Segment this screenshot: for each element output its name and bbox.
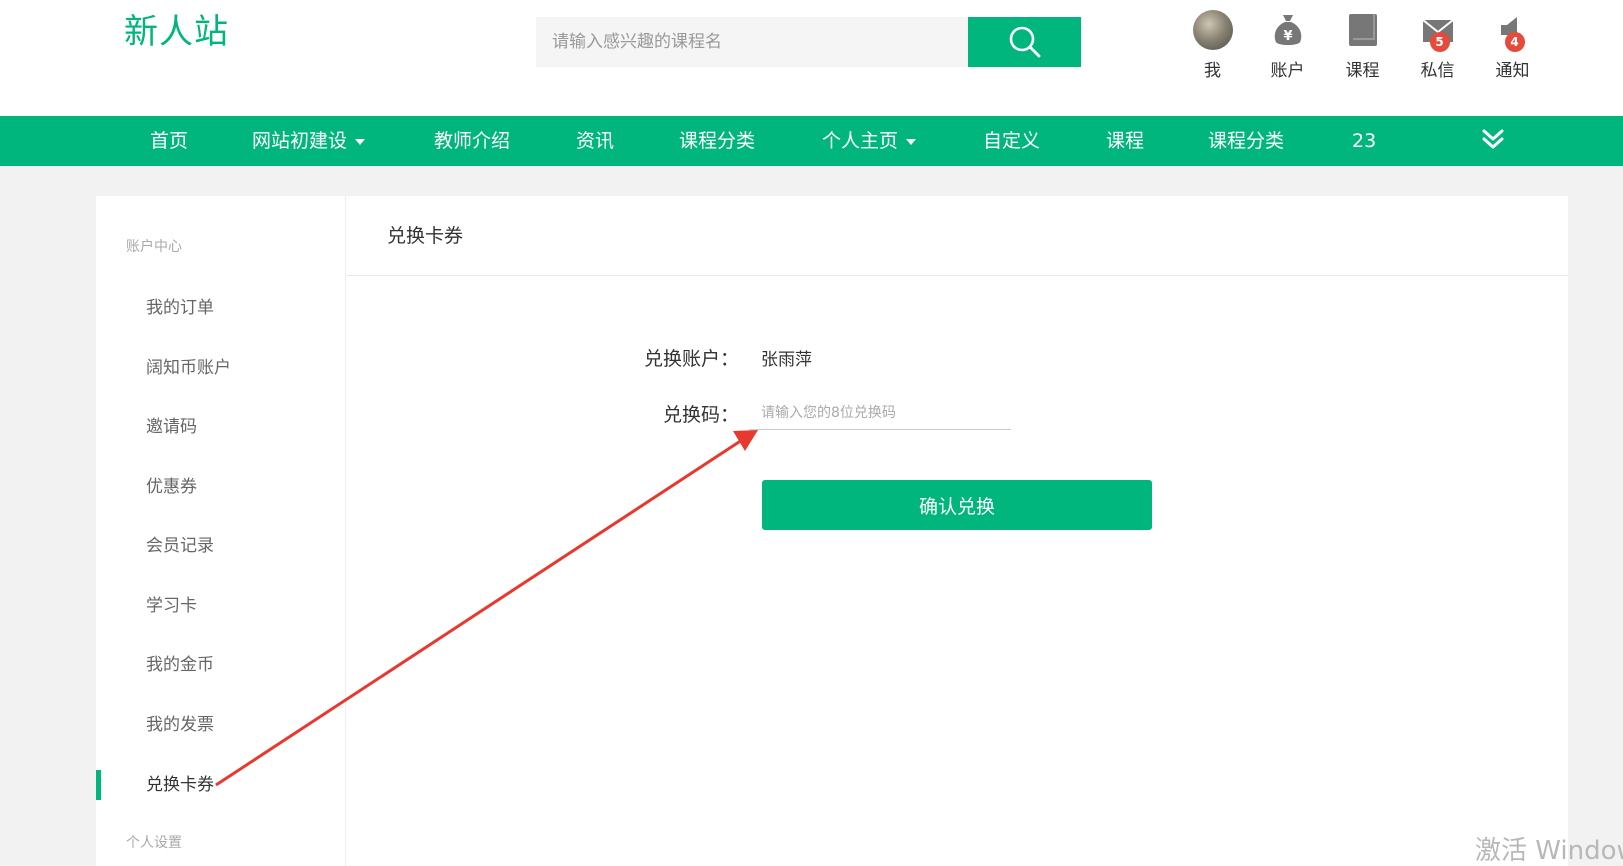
site-logo[interactable]: 新人站 <box>124 4 229 53</box>
nav-item-label: 自定义 <box>983 130 1041 152</box>
search-input[interactable] <box>536 17 968 67</box>
user-menu-account[interactable]: ¥ 账户 <box>1250 10 1325 81</box>
user-menu-label: 私信 <box>1420 61 1455 81</box>
redeem-account-value: 张雨萍 <box>761 350 812 370</box>
nav-item-custom[interactable]: 自定义 <box>983 116 1040 166</box>
sidebar-item-my-invoices[interactable]: 我的发票 <box>146 710 214 735</box>
sidebar-group-personal-settings: 个人设置 <box>126 835 182 851</box>
user-menu-notifications[interactable]: 4 通知 <box>1475 10 1550 81</box>
top-header: 新人站 我 ¥ 账户 <box>0 0 1623 116</box>
nav-item-personal-home[interactable]: 个人主页 <box>822 116 917 166</box>
dropdown-caret-icon <box>355 138 366 145</box>
avatar <box>1192 10 1233 50</box>
sidebar-item-coupons[interactable]: 优惠券 <box>146 472 197 497</box>
sidebar: 账户中心 我的订单 阔知币账户 邀请码 优惠券 会员记录 学习卡 我的金币 我的… <box>96 196 346 866</box>
nav-item-label: 首页 <box>150 130 189 152</box>
user-menu: 我 ¥ 账户 课程 5 私信 4 通知 <box>1175 10 1550 81</box>
sidebar-item-invite-code[interactable]: 邀请码 <box>146 412 197 437</box>
nav-item-label: 教师介绍 <box>434 130 511 152</box>
nav-item-news[interactable]: 资讯 <box>576 116 614 166</box>
nav-item-label: 网站初建设 <box>252 130 348 152</box>
nav-item-label: 资讯 <box>576 130 615 152</box>
nav-item-course-categories[interactable]: 课程分类 <box>679 116 755 166</box>
dropdown-caret-icon <box>906 138 917 145</box>
unread-notifications-badge: 4 <box>1504 32 1525 52</box>
nav-item-label: 课程 <box>1106 130 1145 152</box>
unread-messages-badge: 5 <box>1429 32 1450 52</box>
nav-item-label: 个人主页 <box>822 130 899 152</box>
nav-item-label: 课程分类 <box>679 130 756 152</box>
nav-item-course-categories-2[interactable]: 课程分类 <box>1208 116 1284 166</box>
user-menu-label: 我 <box>1204 61 1221 81</box>
sidebar-item-my-gold-coins[interactable]: 我的金币 <box>146 650 214 675</box>
sidebar-item-coin-account[interactable]: 阔知币账户 <box>146 353 231 378</box>
user-menu-courses[interactable]: 课程 <box>1325 10 1400 81</box>
book-icon <box>1348 14 1377 46</box>
nav-more-button[interactable] <box>1481 128 1505 154</box>
confirm-redeem-button[interactable]: 确认兑换 <box>762 480 1152 530</box>
sidebar-item-redeem-coupon[interactable]: 兑换卡券 <box>146 770 214 795</box>
sidebar-item-membership-records[interactable]: 会员记录 <box>146 531 214 556</box>
nav-item-label: 23 <box>1352 130 1377 152</box>
page-title: 兑换卡券 <box>347 196 1568 276</box>
account-center-card: 账户中心 我的订单 阔知币账户 邀请码 优惠券 会员记录 学习卡 我的金币 我的… <box>96 196 1568 866</box>
sidebar-item-my-orders[interactable]: 我的订单 <box>146 293 214 318</box>
user-menu-label: 通知 <box>1495 61 1530 81</box>
search-button[interactable] <box>968 17 1081 67</box>
money-bag-icon: ¥ <box>1274 15 1301 45</box>
user-menu-label: 账户 <box>1270 61 1305 81</box>
redeem-code-input[interactable] <box>749 396 1011 430</box>
nav-item-teachers[interactable]: 教师介绍 <box>434 116 510 166</box>
redeem-code-label: 兑换码： <box>662 403 739 426</box>
sidebar-group-account-center: 账户中心 <box>126 239 182 255</box>
user-menu-me[interactable]: 我 <box>1175 10 1250 81</box>
sidebar-active-indicator <box>96 770 101 800</box>
double-chevron-down-icon <box>1482 129 1504 149</box>
windows-activation-watermark: 激活 Windows <box>1475 836 1623 866</box>
nav-item-home[interactable]: 首页 <box>150 116 188 166</box>
search-bar <box>536 17 1081 67</box>
redeem-panel: 兑换卡券 兑换账户： 张雨萍 兑换码： 确认兑换 <box>347 196 1568 866</box>
main-nav: 首页 网站初建设 教师介绍 资讯 课程分类 个人主页 自定义 课程 课程分类 2… <box>0 116 1623 166</box>
nav-item-label: 课程分类 <box>1208 130 1285 152</box>
sidebar-item-study-card[interactable]: 学习卡 <box>146 591 197 616</box>
redeem-account-row: 兑换账户： 张雨萍 <box>629 344 812 371</box>
nav-item-courses[interactable]: 课程 <box>1106 116 1144 166</box>
svg-text:¥: ¥ <box>1283 29 1292 44</box>
user-menu-label: 课程 <box>1345 61 1380 81</box>
redeem-account-label: 兑换账户： <box>643 348 739 370</box>
user-menu-messages[interactable]: 5 私信 <box>1400 10 1475 81</box>
redeem-code-row: 兑换码： <box>629 396 1011 430</box>
nav-item-23[interactable]: 23 <box>1352 116 1376 166</box>
search-icon <box>1009 26 1040 58</box>
nav-item-site-building[interactable]: 网站初建设 <box>252 116 366 166</box>
